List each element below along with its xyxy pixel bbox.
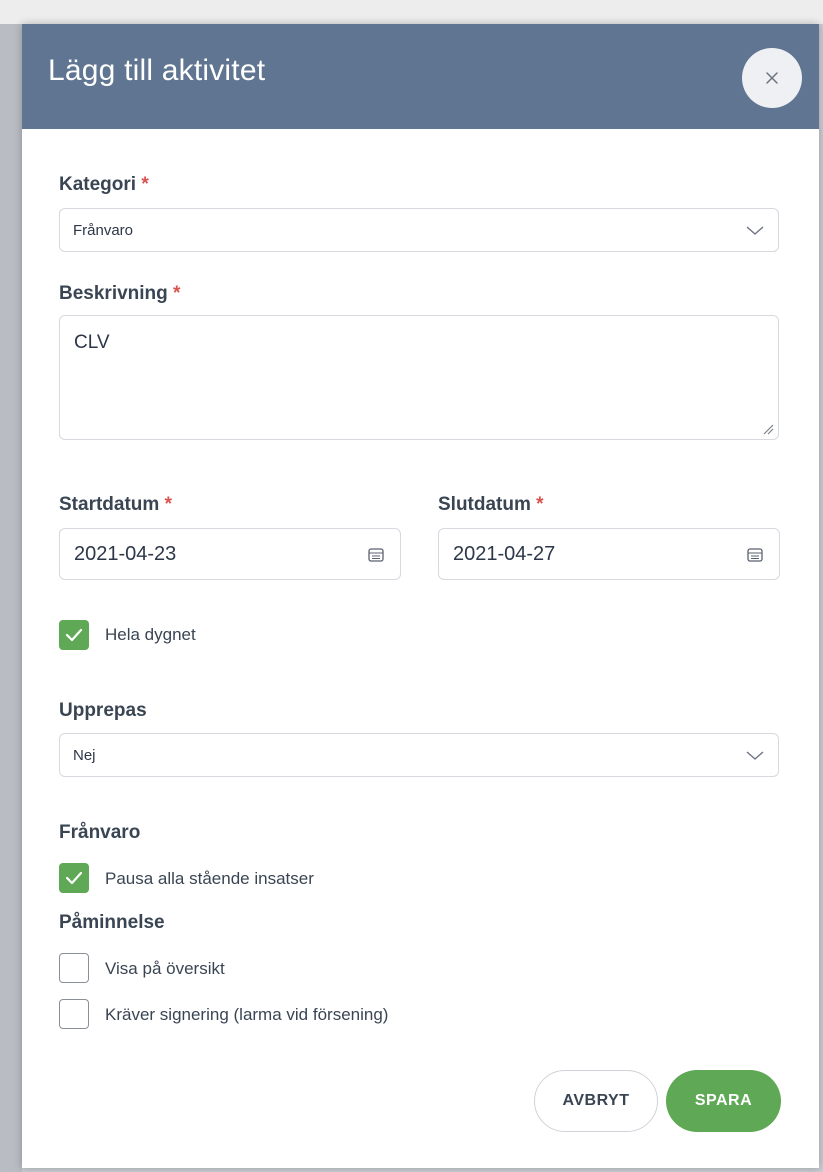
startdatum-input[interactable]: 2021-04-23 [59, 528, 401, 580]
check-icon [65, 871, 83, 885]
upprepas-select[interactable]: Nej [59, 733, 779, 777]
add-activity-modal: Lägg till aktivitet Kategori * Frånvaro … [22, 24, 819, 1168]
required-marker: * [164, 494, 172, 515]
franvaro-section-label: Frånvaro [59, 822, 141, 843]
upprepas-label-text: Upprepas [59, 700, 147, 721]
beskrivning-value: CLV [74, 332, 110, 353]
close-icon [766, 72, 778, 84]
kategori-label: Kategori * [59, 174, 149, 196]
calendar-icon[interactable] [747, 547, 763, 562]
kraver-signering-label: Kräver signering (larma vid försening) [105, 1005, 389, 1024]
calendar-icon[interactable] [368, 547, 384, 562]
background-strip [0, 0, 823, 24]
slutdatum-label-text: Slutdatum [438, 494, 531, 515]
chevron-down-icon [746, 751, 764, 760]
pausa-insatser-label: Pausa alla stående insatser [105, 869, 314, 888]
upprepas-label: Upprepas [59, 700, 147, 722]
beskrivning-label-text: Beskrivning [59, 283, 168, 304]
required-marker: * [141, 174, 149, 195]
slutdatum-label: Slutdatum * [438, 494, 544, 516]
resize-handle-icon[interactable] [762, 423, 774, 435]
hela-dygnet-label: Hela dygnet [105, 625, 196, 644]
check-icon [65, 628, 83, 642]
slutdatum-value: 2021-04-27 [453, 543, 556, 565]
visa-oversikt-checkbox[interactable] [59, 953, 89, 983]
required-marker: * [536, 494, 544, 515]
kraver-signering-checkbox[interactable] [59, 999, 89, 1029]
beskrivning-label: Beskrivning * [59, 283, 180, 305]
upprepas-value: Nej [73, 747, 96, 764]
required-marker: * [173, 283, 181, 304]
pausa-insatser-checkbox[interactable] [59, 863, 89, 893]
cancel-button[interactable]: AVBRYT [534, 1070, 658, 1132]
visa-oversikt-label: Visa på översikt [105, 959, 225, 978]
paminnelse-section-label: Påminnelse [59, 912, 165, 933]
startdatum-label-text: Startdatum [59, 494, 160, 515]
hela-dygnet-checkbox[interactable] [59, 620, 89, 650]
kategori-select[interactable]: Frånvaro [59, 208, 779, 252]
startdatum-label: Startdatum * [59, 494, 172, 516]
slutdatum-input[interactable]: 2021-04-27 [438, 528, 780, 580]
startdatum-value: 2021-04-23 [74, 543, 177, 565]
beskrivning-textarea[interactable]: CLV [59, 315, 779, 440]
save-button[interactable]: SPARA [666, 1070, 781, 1132]
chevron-down-icon [746, 226, 764, 235]
kategori-value: Frånvaro [73, 222, 134, 239]
close-button[interactable] [742, 48, 802, 108]
kategori-label-text: Kategori [59, 174, 137, 195]
modal-title: Lägg till aktivitet [48, 54, 266, 87]
modal-header: Lägg till aktivitet [22, 24, 819, 129]
